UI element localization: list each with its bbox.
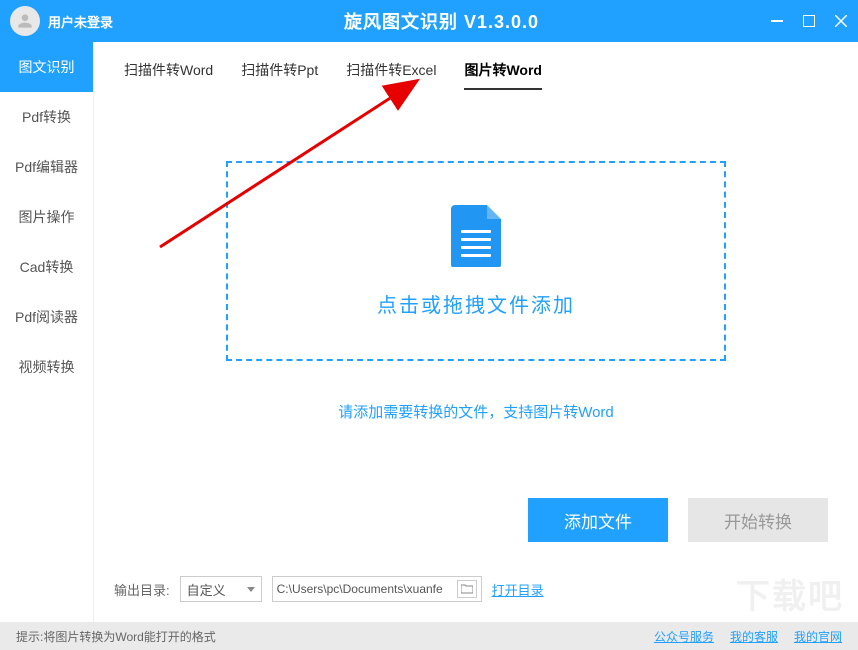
close-button[interactable] — [834, 14, 848, 28]
tab-scan-to-ppt[interactable]: 扫描件转Ppt — [241, 60, 318, 90]
output-row: 输出目录: 自定义 C:\Users\pc\Documents\xuanfe 打… — [114, 576, 838, 602]
start-convert-button[interactable]: 开始转换 — [688, 498, 828, 542]
output-label: 输出目录: — [114, 580, 170, 599]
drop-area[interactable]: 点击或拖拽文件添加 — [226, 161, 726, 361]
tab-bar: 扫描件转Word 扫描件转Ppt 扫描件转Excel 图片转Word — [114, 42, 838, 91]
tab-image-to-word[interactable]: 图片转Word — [464, 60, 542, 90]
user-icon — [15, 11, 35, 31]
tab-scan-to-word[interactable]: 扫描件转Word — [124, 60, 213, 90]
sidebar-item-pdf-editor[interactable]: Pdf编辑器 — [0, 142, 93, 192]
link-support[interactable]: 我的客服 — [730, 628, 778, 645]
sidebar-item-cad[interactable]: Cad转换 — [0, 242, 93, 292]
sidebar-item-ocr[interactable]: 图文识别 — [0, 42, 93, 92]
maximize-button[interactable] — [802, 14, 816, 28]
format-hint: 请添加需要转换的文件，支持图片转Word — [114, 401, 838, 422]
add-file-button[interactable]: 添加文件 — [528, 498, 668, 542]
avatar[interactable] — [10, 6, 40, 36]
sidebar-item-pdf-convert[interactable]: Pdf转换 — [0, 92, 93, 142]
sidebar: 图文识别 Pdf转换 Pdf编辑器 图片操作 Cad转换 Pdf阅读器 视频转换 — [0, 42, 94, 622]
sidebar-item-video[interactable]: 视频转换 — [0, 342, 93, 392]
main-panel: 扫描件转Word 扫描件转Ppt 扫描件转Excel 图片转Word 点击或拖拽… — [94, 42, 858, 622]
action-buttons: 添加文件 开始转换 — [528, 498, 828, 542]
sidebar-item-pdf-reader[interactable]: Pdf阅读器 — [0, 292, 93, 342]
output-path-box: C:\Users\pc\Documents\xuanfe — [272, 576, 482, 602]
folder-icon — [461, 584, 473, 594]
window-controls — [770, 14, 848, 28]
login-status[interactable]: 用户未登录 — [48, 12, 113, 31]
drop-text: 点击或拖拽文件添加 — [377, 289, 575, 318]
document-icon — [451, 205, 501, 267]
open-dir-link[interactable]: 打开目录 — [492, 580, 544, 599]
status-tip: 提示:将图片转换为Word能打开的格式 — [16, 628, 216, 645]
status-links: 公众号服务 我的客服 我的官网 — [654, 628, 842, 645]
output-path-input[interactable]: C:\Users\pc\Documents\xuanfe — [277, 582, 453, 596]
browse-folder-button[interactable] — [457, 580, 477, 598]
chevron-down-icon — [247, 587, 255, 592]
title-bar: 用户未登录 旋风图文识别 V1.3.0.0 — [0, 0, 858, 42]
minimize-button[interactable] — [770, 14, 784, 28]
tab-scan-to-excel[interactable]: 扫描件转Excel — [346, 60, 436, 90]
link-website[interactable]: 我的官网 — [794, 628, 842, 645]
status-bar: 提示:将图片转换为Word能打开的格式 公众号服务 我的客服 我的官网 — [0, 622, 858, 650]
sidebar-item-image-ops[interactable]: 图片操作 — [0, 192, 93, 242]
link-wechat[interactable]: 公众号服务 — [654, 628, 714, 645]
output-mode-select[interactable]: 自定义 — [180, 576, 262, 602]
app-title: 旋风图文识别 V1.3.0.0 — [113, 8, 770, 34]
